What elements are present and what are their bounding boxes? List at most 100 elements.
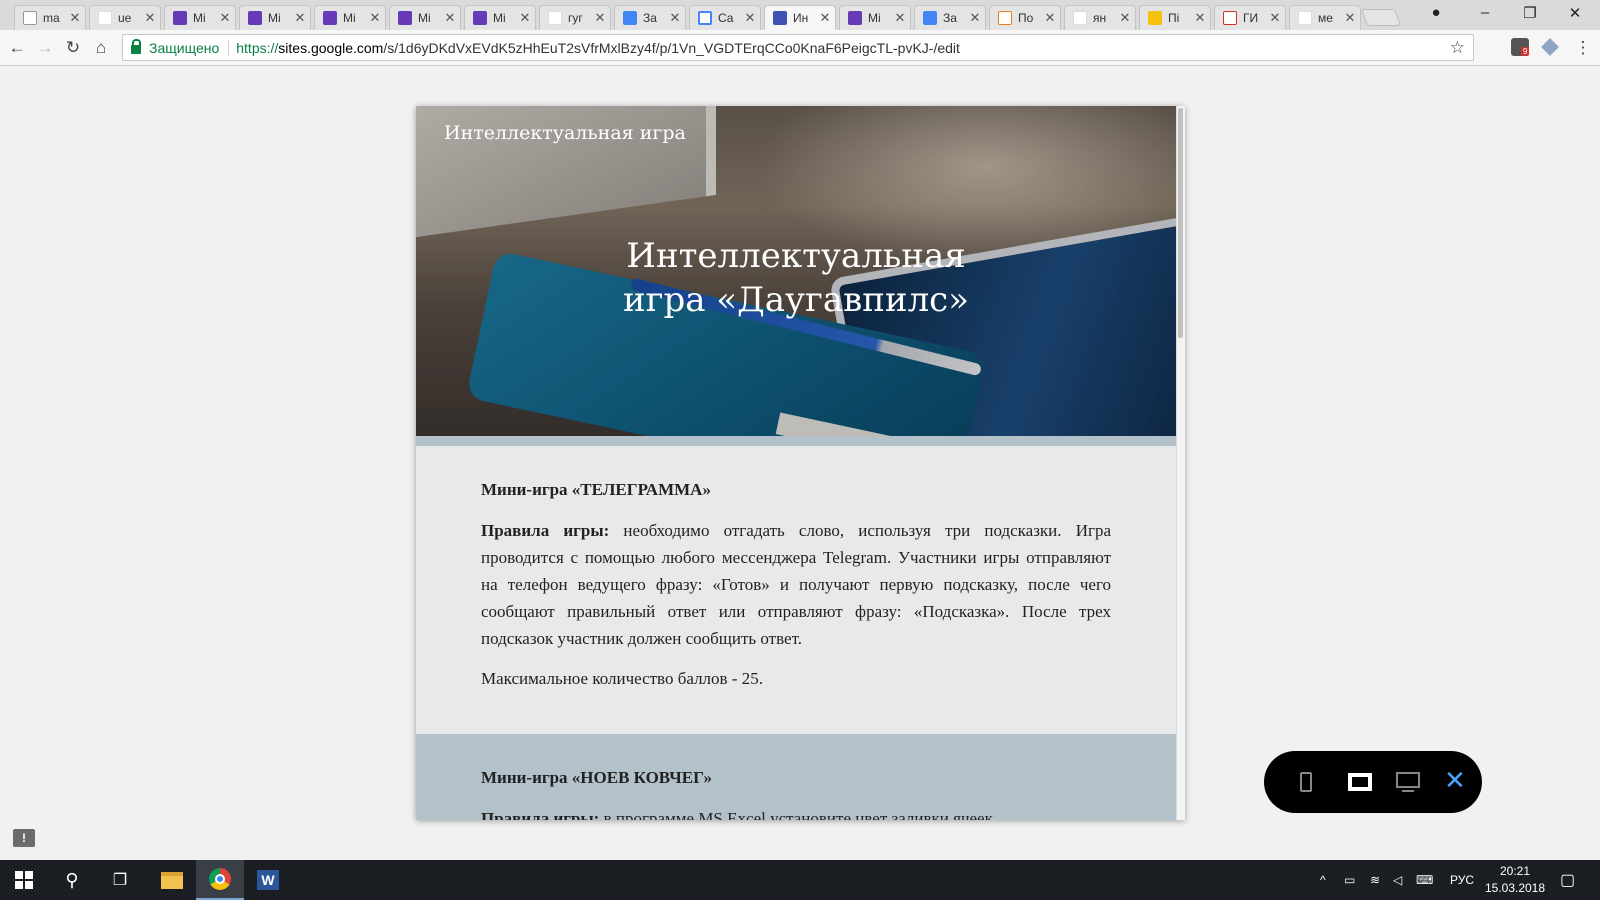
browser-tab[interactable]: ян ✕	[1064, 5, 1136, 30]
browser-tab[interactable]: ma ✕	[14, 5, 86, 30]
search-icon[interactable]: ⚲	[48, 860, 96, 900]
tab-close-icon[interactable]: ✕	[444, 10, 456, 26]
volume-icon[interactable]: ◁	[1393, 860, 1402, 900]
doc-icon	[23, 11, 37, 25]
yandex-mail-icon	[1148, 11, 1162, 25]
phone-preview-icon[interactable]	[1300, 772, 1312, 792]
browser-tab[interactable]: По ✕	[989, 5, 1061, 30]
wifi-icon[interactable]: ≋	[1370, 860, 1380, 900]
hero-title[interactable]: Интеллектуальная игра «Даугавпилс»	[416, 234, 1176, 322]
tab-close-icon[interactable]: ✕	[969, 10, 981, 26]
section-heading: Мини-игра «ТЕЛЕГРАММА»	[481, 480, 711, 499]
browser-tab[interactable]: Са ✕	[689, 5, 761, 30]
tab-title: Mi	[418, 11, 431, 25]
tab-close-icon[interactable]: ✕	[669, 10, 681, 26]
browser-tab[interactable]: Mi ✕	[239, 5, 311, 30]
browser-tab[interactable]: Mi ✕	[164, 5, 236, 30]
tab-title: Пі	[1168, 11, 1180, 25]
profile-icon[interactable]: ●	[1421, 4, 1451, 21]
clock[interactable]: 20:21 15.03.2018	[1480, 863, 1550, 897]
tab-close-icon[interactable]: ✕	[744, 10, 756, 26]
google-icon	[548, 11, 562, 25]
start-button[interactable]	[0, 860, 48, 900]
window-close-icon[interactable]: ✕	[1560, 4, 1590, 22]
forms-icon	[248, 11, 262, 25]
desktop-preview-icon[interactable]	[1396, 772, 1420, 792]
docs-icon	[623, 11, 637, 25]
preview-device-switcher: ✕	[1264, 751, 1482, 813]
word-icon: W	[257, 870, 279, 890]
sites-icon	[698, 11, 712, 25]
back-icon[interactable]: ←	[6, 37, 28, 59]
clock-time: 20:21	[1499, 864, 1531, 878]
task-view-icon[interactable]: ❐	[96, 860, 144, 900]
browser-tab[interactable]: Mi ✕	[839, 5, 911, 30]
browser-tab[interactable]: ГИ ✕	[1214, 5, 1286, 30]
tab-title: За	[943, 11, 957, 25]
site-name[interactable]: Интеллектуальная игра	[444, 122, 686, 144]
browser-tab[interactable]: Пі ✕	[1139, 5, 1211, 30]
file-explorer-icon[interactable]	[148, 860, 196, 900]
browser-tab[interactable]: ме ✕	[1289, 5, 1361, 30]
forms-icon	[398, 11, 412, 25]
layers-extension-icon[interactable]	[1541, 38, 1559, 56]
tab-close-icon[interactable]: ✕	[1269, 10, 1281, 26]
tab-title: По	[1018, 11, 1034, 25]
browser-tab[interactable]: Ин ✕	[764, 5, 836, 30]
tab-close-icon[interactable]: ✕	[1044, 10, 1056, 26]
tab-close-icon[interactable]: ✕	[219, 10, 231, 26]
battery-icon[interactable]: ▭	[1344, 860, 1355, 900]
word-taskbar-icon[interactable]: W	[244, 860, 292, 900]
tab-close-icon[interactable]: ✕	[144, 10, 156, 26]
forward-icon[interactable]: →	[34, 37, 56, 59]
menu-dots-icon[interactable]: ⋮	[1572, 37, 1594, 59]
tab-close-icon[interactable]: ✕	[819, 10, 831, 26]
section-rules: Правила игры: в программе MS Excel устан…	[481, 805, 1111, 820]
url-scheme: https://	[236, 39, 279, 56]
scrollbar-thumb[interactable]	[1178, 108, 1183, 338]
browser-tab[interactable]: Mi ✕	[314, 5, 386, 30]
tab-close-icon[interactable]: ✕	[69, 10, 81, 26]
browser-tab[interactable]: Mi ✕	[464, 5, 536, 30]
section-telegram[interactable]: Мини-игра «ТЕЛЕГРАММА» Правила игры: нео…	[416, 446, 1176, 734]
chrome-taskbar-icon[interactable]	[196, 860, 244, 900]
forms-icon	[173, 11, 187, 25]
section-noah-ark[interactable]: Мини-игра «НОЕВ КОВЧЕГ» Правила игры: в …	[416, 734, 1176, 820]
hero-title-line2: игра «Даугавпилс»	[622, 280, 970, 320]
tab-close-icon[interactable]: ✕	[294, 10, 306, 26]
browser-toolbar: ← → ↻ ⌂ Защищено https://sites.google.co…	[0, 30, 1600, 66]
tab-title: Mi	[343, 11, 356, 25]
browser-tab[interactable]: ue ✕	[89, 5, 161, 30]
keyboard-icon[interactable]: ⌨	[1416, 860, 1433, 900]
tab-close-icon[interactable]: ✕	[519, 10, 531, 26]
sites-icon	[773, 11, 787, 25]
browser-tab[interactable]: За ✕	[914, 5, 986, 30]
show-hidden-icons-icon[interactable]: ^	[1320, 860, 1326, 900]
tab-close-icon[interactable]: ✕	[1194, 10, 1206, 26]
close-preview-icon[interactable]: ✕	[1444, 765, 1466, 795]
secure-label: Защищено	[149, 39, 220, 56]
language-indicator[interactable]: РУС	[1450, 860, 1474, 900]
restore-icon[interactable]: ❐	[1515, 4, 1545, 22]
reload-icon[interactable]: ↻	[62, 37, 84, 59]
notifications-icon[interactable]: ▢	[1560, 860, 1575, 900]
tab-close-icon[interactable]: ✕	[1119, 10, 1131, 26]
address-bar[interactable]: Защищено https://sites.google.com/s/1d6y…	[122, 34, 1474, 61]
extension-icon[interactable]: 9	[1511, 38, 1530, 56]
browser-tab[interactable]: гуг ✕	[539, 5, 611, 30]
tab-close-icon[interactable]: ✕	[369, 10, 381, 26]
home-icon[interactable]: ⌂	[90, 37, 112, 59]
tab-close-icon[interactable]: ✕	[1344, 10, 1356, 26]
tablet-preview-icon[interactable]	[1348, 773, 1372, 791]
url-host: sites.google.com	[278, 39, 384, 56]
tab-close-icon[interactable]: ✕	[594, 10, 606, 26]
tab-title: Mi	[493, 11, 506, 25]
feedback-icon[interactable]: !	[13, 829, 35, 847]
browser-tab[interactable]: Mi ✕	[389, 5, 461, 30]
browser-tab[interactable]: За ✕	[614, 5, 686, 30]
minimize-icon[interactable]: –	[1470, 4, 1500, 21]
new-tab-button[interactable]	[1360, 9, 1402, 26]
tab-close-icon[interactable]: ✕	[894, 10, 906, 26]
bookmark-star-icon[interactable]: ☆	[1450, 38, 1465, 58]
tab-title: ma	[43, 11, 60, 25]
